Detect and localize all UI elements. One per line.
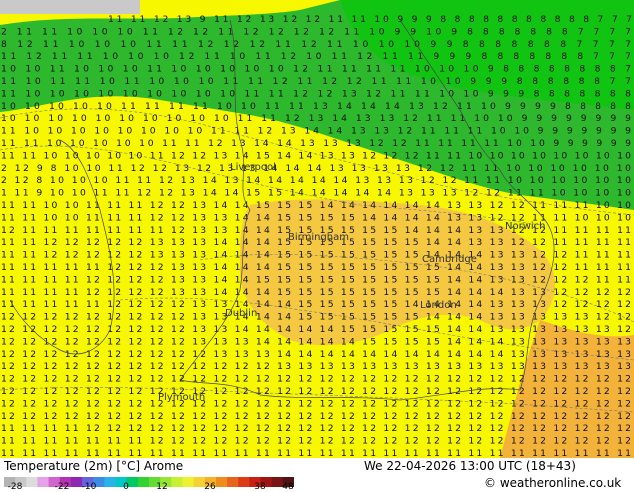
temperature-row: 11 11 10 10 10 10 10 11 12 12 13 14 15 1… — [1, 150, 631, 161]
scale-tick: -28 — [7, 482, 23, 492]
temperature-row: 12 12 12 12 12 12 12 12 12 13 13 14 14 1… — [1, 312, 631, 323]
scale-swatch — [227, 477, 239, 487]
map-title: Temperature (2m) [°C] Arome — [4, 459, 184, 473]
temperature-row: 11 10 11 11 10 11 10 10 10 11 11 12 11 1… — [1, 76, 631, 87]
city-label-plymouth: Plymouth — [158, 392, 206, 403]
temperature-row: 12 12 12 12 12 12 12 12 12 12 12 12 12 1… — [1, 386, 631, 397]
scale-swatch — [182, 477, 195, 487]
scale-tick: 38 — [254, 482, 266, 492]
temperature-row: 11 11 10 10 11 11 11 12 12 13 14 14 15 1… — [1, 200, 631, 211]
scale-tick: 12 — [156, 482, 168, 492]
city-label-birmingham: Birmingham — [288, 232, 349, 243]
city-label-norwich: Norwich — [505, 221, 546, 232]
scale-swatch — [137, 477, 150, 487]
color-scale-bar — [4, 472, 295, 487]
temperature-row: 12 12 12 12 12 12 12 12 12 13 13 13 14 1… — [1, 336, 631, 347]
temperature-row: 11 11 11 11 11 11 11 11 11 11 11 11 11 1… — [1, 448, 631, 458]
scale-swatch — [238, 477, 250, 487]
scale-tick: 0 — [123, 482, 129, 492]
temperature-map[interactable]: 11 11 12 13 9 11 12 13 12 12 11 11 10 9 … — [0, 0, 634, 458]
temperature-row: 12 12 12 12 12 12 12 12 12 12 12 12 12 1… — [1, 374, 631, 385]
temperature-row: 11 11 11 11 12 12 12 12 12 12 12 12 12 1… — [1, 423, 631, 434]
city-label-liverpool: Liverpool — [230, 162, 276, 173]
credit-link[interactable]: © weatheronline.co.uk — [484, 476, 621, 490]
temperature-row: 12 12 12 12 12 12 12 12 12 12 12 12 12 1… — [1, 398, 631, 409]
temperature-row: 8 12 11 10 10 10 11 11 12 12 12 11 12 11… — [1, 39, 631, 50]
no-data-area — [0, 0, 140, 14]
city-label-dublin: Dublin — [225, 308, 258, 319]
scale-swatch — [104, 477, 117, 487]
city-label-london: London — [420, 300, 457, 311]
temperature-row: 12 12 12 12 12 12 12 12 12 12 12 12 12 1… — [1, 411, 631, 422]
city-label-cambridge: Cambridge — [422, 254, 477, 265]
temperature-row: 12 12 12 12 12 12 12 12 12 13 13 14 14 1… — [1, 324, 631, 335]
scale-swatch — [37, 477, 50, 487]
temperature-row: 11 11 11 11 11 11 11 12 12 12 12 12 12 1… — [1, 436, 631, 447]
scale-tick: -22 — [54, 482, 70, 492]
scale-swatch — [26, 477, 38, 487]
temperature-row: 11 11 11 11 12 12 12 12 13 13 14 14 15 1… — [1, 274, 631, 285]
scale-swatch — [215, 477, 228, 487]
temperature-row: 12 12 12 12 12 12 12 12 12 12 12 12 12 1… — [1, 361, 631, 372]
temperature-row: 12 12 12 12 12 12 12 12 12 12 13 13 13 1… — [1, 349, 631, 360]
temperature-row: 11 11 11 11 12 12 12 12 13 13 14 14 14 1… — [1, 287, 631, 298]
scale-tick: -10 — [81, 482, 97, 492]
scale-tick: 48 — [282, 482, 294, 492]
temperature-row: 11 11 11 11 11 12 12 12 13 13 14 14 14 1… — [1, 262, 631, 273]
valid-time: We 22-04-2026 13:00 UTC (18+43) — [364, 459, 576, 473]
temperature-row: 11 11 12 12 12 12 12 13 13 13 14 14 14 1… — [1, 250, 631, 261]
scale-swatch — [171, 477, 183, 487]
scale-tick: 26 — [204, 482, 216, 492]
temperature-row: 2 12 9 8 10 10 11 12 12 13 12 13 13 14 1… — [1, 163, 631, 174]
